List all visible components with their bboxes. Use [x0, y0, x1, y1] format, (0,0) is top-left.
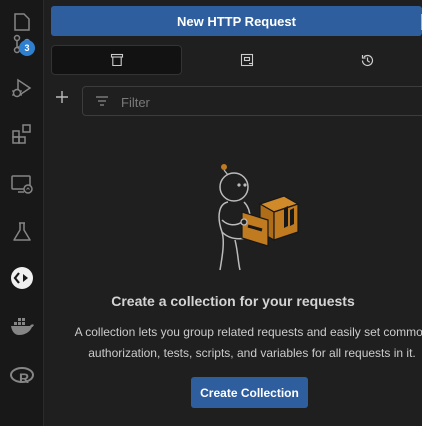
plus-icon	[56, 91, 68, 103]
add-collection-button[interactable]	[53, 88, 71, 106]
history-icon	[361, 54, 373, 66]
source-control-badge: 3	[19, 40, 35, 56]
activity-bar: 3 R	[0, 0, 44, 426]
tab-collections[interactable]	[182, 45, 312, 75]
testing-icon[interactable]	[0, 210, 44, 254]
filter-input[interactable]	[119, 92, 403, 112]
empty-state-title: Create a collection for your requests	[111, 293, 355, 309]
docker-icon[interactable]	[0, 304, 44, 348]
empty-state-illustration	[218, 164, 300, 271]
new-http-request-label: New HTTP Request	[177, 13, 296, 29]
remote-explorer-icon[interactable]	[0, 162, 44, 206]
svg-text:R: R	[19, 370, 29, 386]
http-client-panel: New HTTP Request Filter Create a collect…	[44, 0, 422, 426]
filter-icon	[96, 96, 108, 106]
collection-icon	[240, 53, 254, 67]
view-tabs	[51, 45, 422, 75]
empty-state-description-line-1: A collection lets you group related requ…	[74, 325, 422, 339]
r-icon[interactable]: R	[0, 354, 44, 398]
extensions-icon[interactable]	[0, 112, 44, 156]
tab-trash[interactable]	[51, 45, 182, 75]
run-debug-icon[interactable]	[0, 66, 44, 110]
create-collection-label: Create Collection	[200, 385, 299, 400]
trash-icon	[110, 53, 123, 67]
tab-history[interactable]	[312, 45, 422, 75]
create-collection-button[interactable]: Create Collection	[191, 377, 308, 408]
empty-state-description: A collection lets you group related requ…	[72, 322, 422, 364]
filter-field[interactable]	[82, 86, 422, 116]
empty-state-description-line-2: authorization, tests, scripts, and varia…	[88, 346, 416, 360]
http-client-icon[interactable]	[0, 256, 44, 300]
new-http-request-button[interactable]: New HTTP Request	[51, 6, 422, 36]
